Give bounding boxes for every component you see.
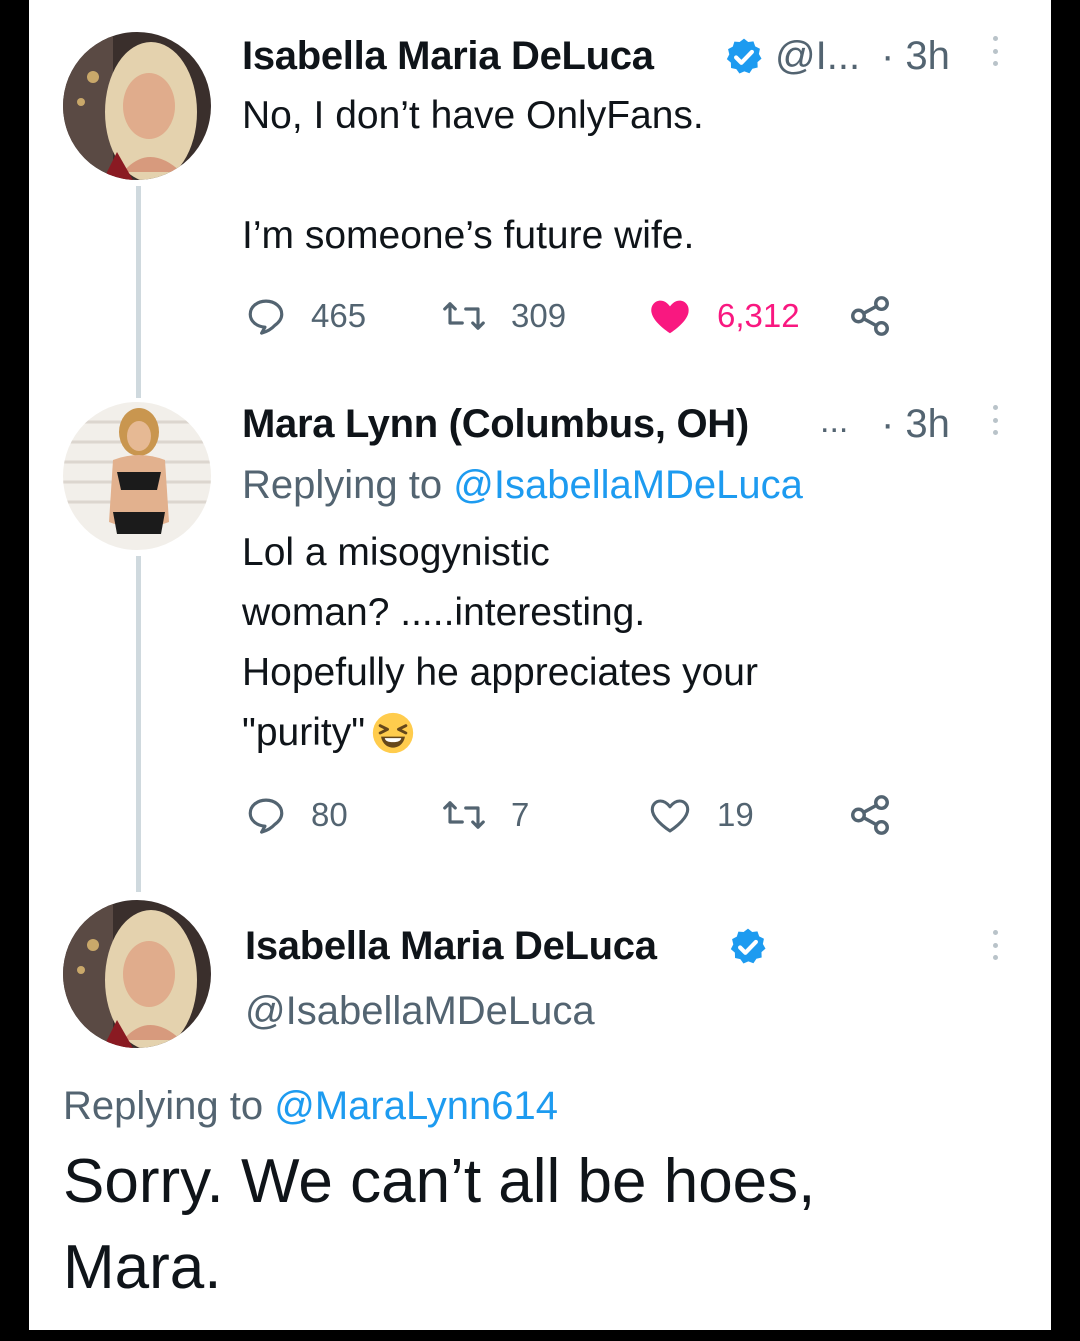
replying-to: Replying to @IsabellaMDeLuca (242, 463, 803, 508)
more-options-icon[interactable] (990, 36, 1000, 66)
like-count: 6,312 (717, 297, 800, 334)
tweet-text-line: I’m someone’s future wife. (242, 214, 695, 257)
reply-action[interactable]: 465 (245, 295, 366, 337)
tweet-thread: Isabella Maria DeLuca @I... · 3h No, I d… (29, 0, 1051, 1330)
retweet-action[interactable]: 309 (441, 295, 566, 337)
author-name[interactable]: Isabella Maria DeLuca (242, 34, 654, 79)
author-name[interactable]: Mara Lynn (Columbus, OH) (242, 402, 749, 447)
tweet-text-line: "purity" (242, 703, 415, 763)
retweet-count: 7 (511, 796, 530, 833)
reply-count: 465 (311, 297, 367, 334)
reply-action[interactable]: 80 (245, 794, 348, 836)
share-action[interactable] (847, 293, 893, 339)
like-count: 19 (717, 796, 754, 833)
heart-filled-icon (651, 300, 689, 334)
reply-icon (248, 798, 284, 834)
avatar-photo-icon (63, 900, 211, 1048)
avatar-photo-icon (63, 402, 211, 550)
tweet-text-line: Hopefully he appreciates your (242, 651, 758, 694)
more-options-icon[interactable] (990, 405, 1000, 435)
tweet-text-line: Sorry. We can’t all be hoes, (63, 1147, 816, 1216)
timestamp[interactable]: · 3h (881, 34, 950, 79)
author-handle[interactable]: @IsabellaMDeLuca (245, 989, 595, 1034)
share-action[interactable] (847, 792, 893, 838)
replying-to: Replying to @MaraLynn614 (63, 1084, 558, 1129)
retweet-count: 309 (511, 297, 567, 334)
author-name[interactable]: Isabella Maria DeLuca (245, 924, 657, 969)
replying-to-link[interactable]: @MaraLynn614 (274, 1084, 558, 1128)
retweet-icon (443, 801, 485, 829)
thread-line (136, 186, 141, 398)
reply-count: 80 (311, 796, 348, 833)
retweet-action[interactable]: 7 (441, 794, 529, 836)
retweet-icon (443, 302, 485, 330)
author-name-ellipsis: ... (820, 402, 849, 440)
replying-to-label: Replying to (242, 463, 454, 507)
like-action[interactable]: 19 (647, 792, 754, 838)
more-options-icon[interactable] (990, 930, 1000, 960)
avatar-isabella[interactable] (63, 32, 211, 180)
tweet-text-line: Mara. (63, 1233, 222, 1302)
grinning-squinting-face-icon (372, 712, 414, 754)
tweet-text-line: Lol a misogynistic (242, 531, 550, 574)
tweet-text-line: woman? .....interesting. (242, 591, 646, 634)
replying-to-link[interactable]: @IsabellaMDeLuca (453, 463, 803, 507)
like-action[interactable]: 6,312 (647, 293, 800, 339)
share-icon (851, 795, 889, 835)
thread-line (136, 556, 141, 892)
tweet-text-line: No, I don’t have OnlyFans. (242, 94, 704, 137)
timestamp[interactable]: · 3h (881, 402, 950, 447)
share-icon (851, 296, 889, 336)
reply-icon (248, 299, 284, 335)
heart-outline-icon (650, 799, 690, 833)
replying-to-label: Replying to (63, 1084, 275, 1128)
verified-badge-icon (723, 36, 765, 83)
verified-badge-icon (727, 926, 769, 973)
avatar-photo-icon (63, 32, 211, 180)
avatar-isabella[interactable] (63, 900, 211, 1048)
avatar-mara[interactable] (63, 402, 211, 550)
tweet-text-purity: "purity" (242, 711, 366, 754)
author-handle[interactable]: @I... (775, 34, 860, 79)
